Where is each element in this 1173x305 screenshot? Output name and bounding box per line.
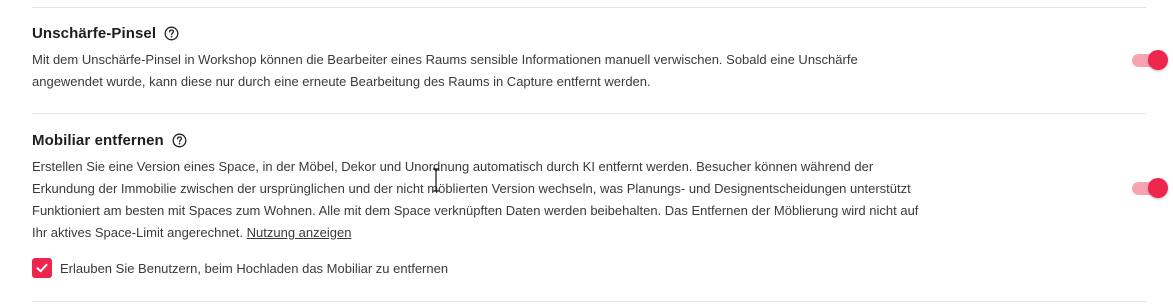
remove-furniture-description-line: Erstellen Sie eine Version eines Space, …	[32, 159, 874, 174]
question-circle-icon[interactable]	[172, 133, 187, 148]
settings-panel: Unschärfe-Pinsel Mit dem Unschärfe-Pinse…	[0, 0, 1173, 305]
blur-brush-description-line: Mit dem Unschärfe-Pinsel in Workshop kön…	[32, 52, 858, 67]
remove-furniture-section: Mobiliar entfernen Erstellen Sie eine Ve…	[32, 130, 1146, 278]
toggle-knob	[1148, 178, 1168, 198]
question-circle-icon[interactable]	[164, 26, 179, 41]
blur-brush-toggle[interactable]	[1131, 50, 1168, 70]
blur-brush-title: Unschärfe-Pinsel	[32, 24, 157, 42]
divider-top	[32, 7, 1146, 8]
text-cursor-icon	[432, 168, 440, 192]
allow-furniture-removal-label: Erlauben Sie Benutzern, beim Hochladen d…	[60, 260, 449, 276]
remove-furniture-description: Erstellen Sie eine Version eines Space, …	[32, 156, 1032, 244]
blur-brush-description: Mit dem Unschärfe-Pinsel in Workshop kön…	[32, 49, 1032, 93]
remove-furniture-toggle[interactable]	[1131, 178, 1168, 198]
toggle-knob	[1148, 50, 1168, 70]
usage-link[interactable]: Nutzung anzeigen	[247, 225, 352, 240]
remove-furniture-title: Mobiliar entfernen	[32, 131, 164, 149]
allow-furniture-removal-checkbox[interactable]	[32, 258, 52, 278]
remove-furniture-description-line: Funktioniert am besten mit Spaces zum Wo…	[32, 203, 919, 218]
checkmark-icon	[36, 263, 48, 273]
blur-brush-description-line: angewendet wurde, kann diese nur durch e…	[32, 74, 651, 89]
remove-furniture-checkbox-row: Erlauben Sie Benutzern, beim Hochladen d…	[32, 258, 1146, 278]
divider-bottom	[32, 301, 1146, 302]
blur-brush-section: Unschärfe-Pinsel Mit dem Unschärfe-Pinse…	[32, 23, 1146, 93]
remove-furniture-description-tail: Ihr aktives Space-Limit angerechnet.	[32, 225, 243, 240]
remove-furniture-title-row: Mobiliar entfernen	[32, 130, 1146, 150]
remove-furniture-description-line: Ihr aktives Space-Limit angerechnet. Nut…	[32, 222, 1032, 244]
divider-middle	[32, 113, 1146, 114]
blur-brush-title-row: Unschärfe-Pinsel	[32, 23, 1146, 43]
remove-furniture-description-line: Erkundung der Immobilie zwischen der urs…	[32, 181, 911, 196]
